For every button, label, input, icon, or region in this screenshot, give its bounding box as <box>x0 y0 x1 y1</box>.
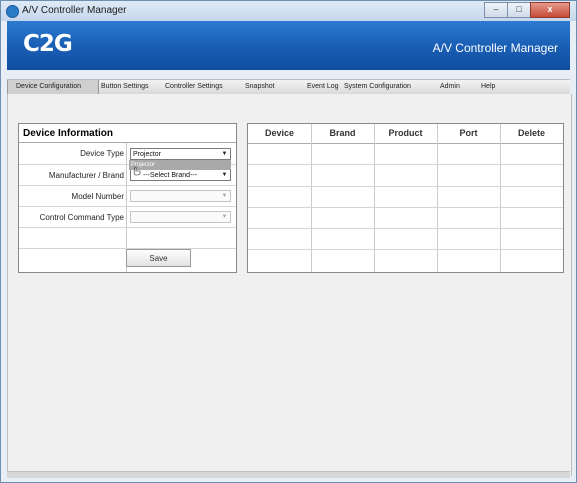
column-product: Product <box>388 128 423 138</box>
banner-title: A/V Controller Manager <box>432 41 558 55</box>
window-controls: – □ x <box>484 2 570 18</box>
close-button[interactable]: x <box>530 2 570 18</box>
device-table: Device Brand Product Port Delete <box>247 123 564 273</box>
brand-select[interactable]: ---Select Brand--- ▼ <box>130 169 231 181</box>
nav-event-log[interactable]: Event Log <box>307 80 339 94</box>
nav-button-settings[interactable]: Button Settings <box>101 80 148 94</box>
model-label: Model Number <box>71 192 124 201</box>
hand-cursor-icon <box>133 166 141 176</box>
command-type-row: Control Command Type ▼ <box>19 207 236 228</box>
brand-value: ---Select Brand--- <box>143 172 198 179</box>
table-row <box>248 186 563 208</box>
empty-row <box>19 228 236 249</box>
column-delete: Delete <box>517 128 545 138</box>
brand-label: Manufacturer / Brand <box>48 171 124 180</box>
status-bar <box>7 471 570 478</box>
c2g-logo: C2G <box>23 31 73 57</box>
device-information-heading: Device Information <box>19 124 236 143</box>
command-type-label: Control Command Type <box>39 213 124 222</box>
table-row <box>248 207 563 229</box>
header-banner: C2G A/V Controller Manager <box>7 21 570 70</box>
device-type-select[interactable]: Projector ▼ <box>130 148 231 160</box>
column-device: Device <box>264 128 295 138</box>
nav-admin[interactable]: Admin <box>440 80 460 94</box>
window-title: A/V Controller Manager <box>22 5 127 16</box>
table-row <box>248 143 563 165</box>
maximize-button[interactable]: □ <box>507 2 531 18</box>
save-button[interactable]: Save <box>126 249 191 267</box>
device-type-dropdown-option[interactable]: Projector <box>129 160 231 170</box>
app-icon <box>6 5 19 18</box>
nav-controller-settings[interactable]: Controller Settings <box>165 80 223 94</box>
table-row <box>248 165 563 187</box>
main-nav: Device Configuration Button Settings Con… <box>7 79 570 95</box>
table-row <box>248 228 563 250</box>
nav-system-configuration[interactable]: System Configuration <box>344 80 411 94</box>
model-row: Model Number ▼ <box>19 186 236 207</box>
nav-snapshot[interactable]: Snapshot <box>245 80 275 94</box>
chevron-down-icon: ▼ <box>221 172 228 178</box>
chevron-down-icon: ▼ <box>221 214 228 220</box>
chevron-down-icon: ▼ <box>221 193 228 199</box>
column-brand: Brand <box>329 128 356 138</box>
command-type-select[interactable]: ▼ <box>130 211 231 223</box>
nav-device-configuration[interactable]: Device Configuration <box>7 80 99 94</box>
title-bar: A/V Controller Manager – □ x <box>1 1 576 21</box>
device-type-value: Projector <box>133 151 162 158</box>
device-type-label: Device Type <box>80 149 124 158</box>
model-select[interactable]: ▼ <box>130 190 231 202</box>
minimize-button[interactable]: – <box>484 2 508 18</box>
nav-help[interactable]: Help <box>481 80 495 94</box>
chevron-down-icon: ▼ <box>221 151 228 157</box>
app-window: A/V Controller Manager – □ x C2G A/V Con… <box>0 0 577 483</box>
table-header: Device Brand Product Port Delete <box>248 124 563 144</box>
column-port: Port <box>459 128 478 138</box>
